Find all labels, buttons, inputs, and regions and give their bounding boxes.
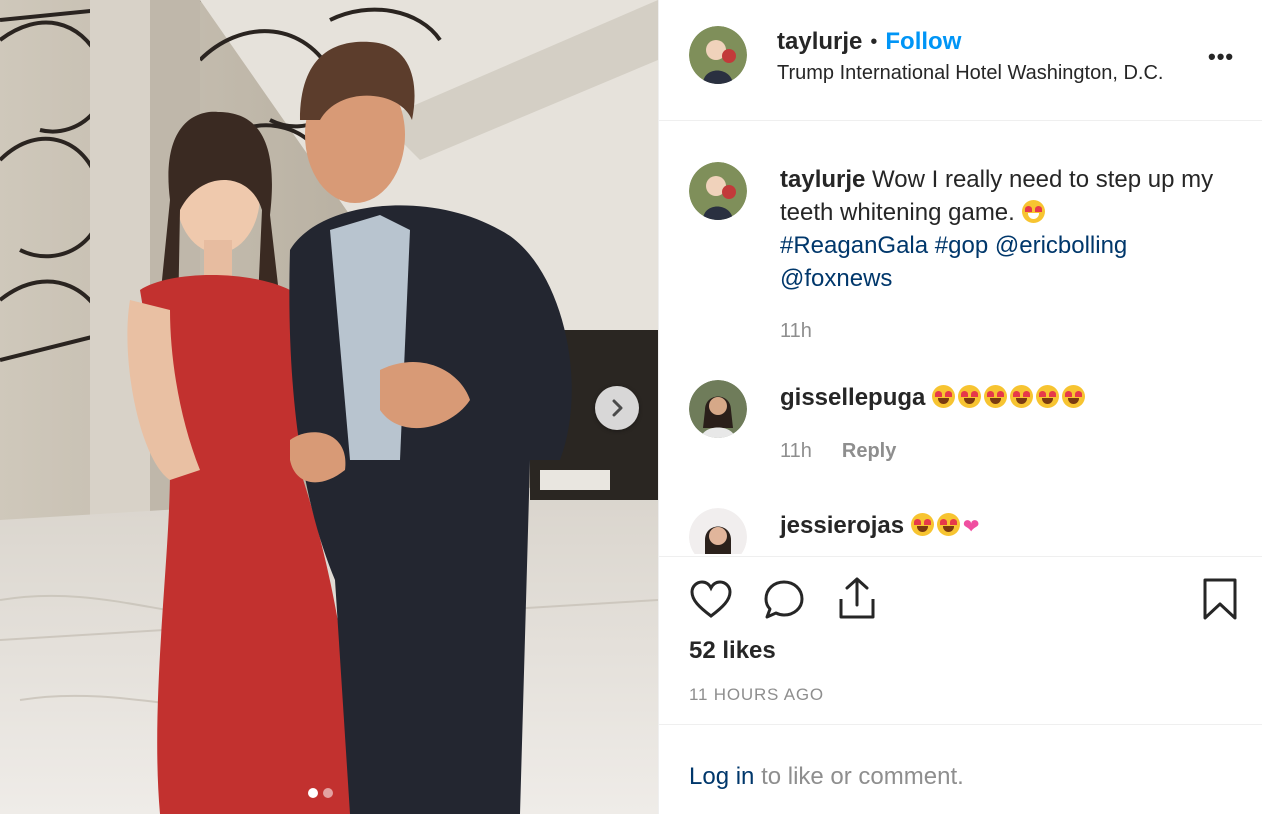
avatar[interactable] bbox=[689, 380, 747, 438]
reply-button[interactable]: Reply bbox=[842, 440, 896, 463]
comment-emojis bbox=[932, 384, 1088, 411]
login-prompt: Log in to like or comment. bbox=[659, 724, 1262, 814]
carousel-dot bbox=[308, 788, 318, 798]
comments-section[interactable]: taylurje Wow I really need to step up my… bbox=[659, 122, 1262, 554]
heart-eyes-emoji bbox=[936, 513, 960, 536]
author-username[interactable]: taylurje bbox=[777, 28, 862, 56]
post-photo[interactable] bbox=[0, 0, 658, 814]
comment-icon[interactable] bbox=[763, 579, 805, 621]
heart-eyes-emoji bbox=[958, 385, 982, 408]
next-slide-button[interactable] bbox=[595, 386, 639, 430]
location-link[interactable]: Trump International Hotel Washington, D.… bbox=[777, 62, 1163, 85]
likes-count[interactable]: 52 likes bbox=[689, 637, 776, 665]
heart-icon[interactable] bbox=[689, 579, 733, 619]
login-prompt-text: to like or comment. bbox=[761, 763, 964, 790]
heart-eyes-emoji bbox=[932, 385, 956, 408]
mention[interactable]: @foxnews bbox=[780, 265, 892, 292]
bookmark-icon[interactable] bbox=[1202, 577, 1238, 621]
heart-eyes-emoji bbox=[1062, 385, 1086, 408]
post-sidebar: taylurje • Follow Trump International Ho… bbox=[658, 0, 1262, 814]
carousel-indicator bbox=[308, 788, 333, 798]
separator-dot: • bbox=[870, 30, 878, 53]
heart-eyes-emoji bbox=[1036, 385, 1060, 408]
chevron-right-icon bbox=[612, 399, 623, 417]
post-actions: 52 likes 11 HOURS AGO bbox=[659, 556, 1262, 724]
post-timestamp[interactable]: 11 HOURS AGO bbox=[689, 685, 824, 705]
carousel-dot bbox=[323, 788, 333, 798]
two-hearts-icon: ❤ bbox=[962, 516, 980, 538]
comment-emojis: ❤ bbox=[910, 512, 980, 539]
login-link[interactable]: Log in bbox=[689, 763, 754, 790]
avatar[interactable] bbox=[689, 508, 747, 554]
mention[interactable]: @ericbolling bbox=[995, 232, 1127, 259]
more-options-icon[interactable]: ••• bbox=[1208, 44, 1234, 70]
post-image bbox=[0, 0, 658, 814]
caption-time[interactable]: 11h bbox=[780, 320, 812, 343]
caption-username[interactable]: taylurje bbox=[780, 166, 865, 193]
share-icon[interactable] bbox=[837, 575, 877, 621]
comment-time[interactable]: 11h bbox=[780, 440, 812, 463]
heart-eyes-emoji bbox=[910, 513, 934, 536]
hashtag[interactable]: #ReaganGala bbox=[780, 232, 928, 259]
avatar[interactable] bbox=[689, 26, 747, 84]
avatar[interactable] bbox=[689, 162, 747, 220]
hashtag[interactable]: #gop bbox=[935, 232, 988, 259]
comment-username[interactable]: jessierojas bbox=[780, 512, 904, 539]
heart-eyes-emoji bbox=[1010, 385, 1034, 408]
heart-eyes-emoji bbox=[984, 385, 1008, 408]
grinning-sweat-emoji bbox=[1021, 200, 1045, 223]
follow-button[interactable]: Follow bbox=[885, 28, 961, 56]
comment-username[interactable]: gissellepuga bbox=[780, 384, 925, 411]
post-header: taylurje • Follow Trump International Ho… bbox=[659, 0, 1262, 121]
